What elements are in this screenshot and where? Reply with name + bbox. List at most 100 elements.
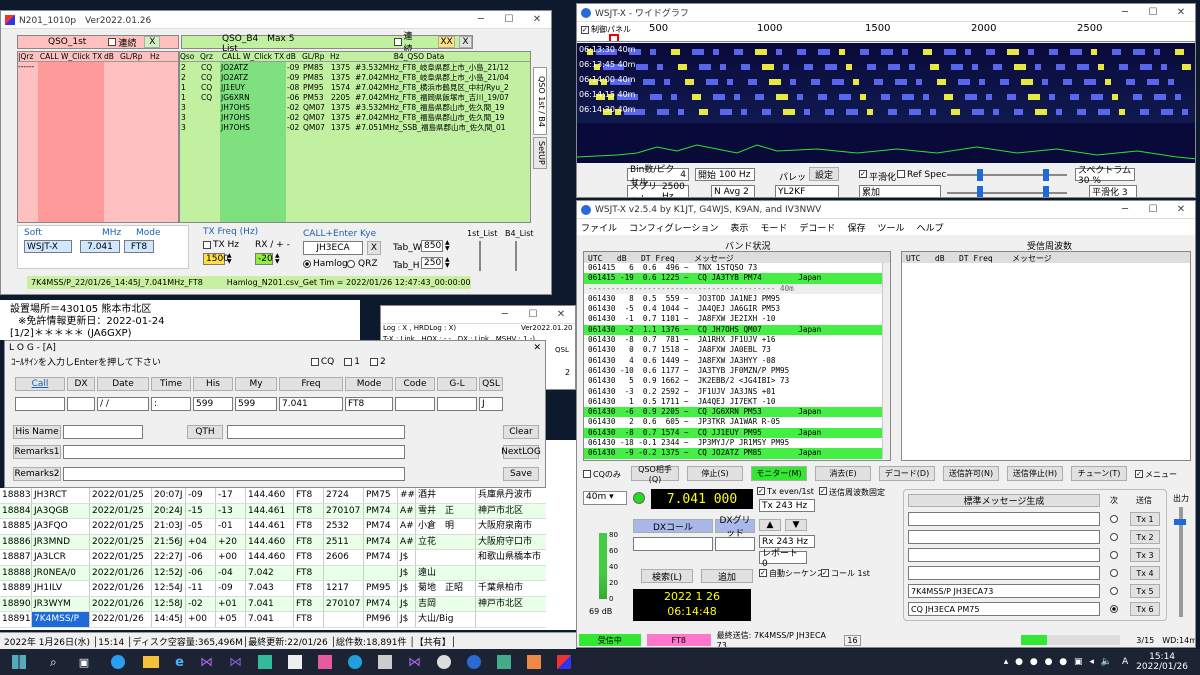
app-icon-f[interactable] bbox=[496, 655, 511, 669]
tray-clock[interactable]: 15:14 2022/01/26 bbox=[1136, 652, 1188, 672]
log-field[interactable]: 599 bbox=[193, 397, 233, 411]
decode-row[interactable]: 061430 -8 0.7 781 ~ JA1RHX JF1UJV +16 bbox=[584, 335, 890, 346]
close-icon[interactable]: ✕ bbox=[1167, 204, 1195, 215]
menu-item[interactable]: コンフィグレーション bbox=[629, 221, 718, 234]
tx-message-input[interactable] bbox=[908, 512, 1100, 526]
start-icon[interactable] bbox=[12, 655, 26, 669]
generate-std-msgs-button[interactable]: 標準メッセージ生成 bbox=[908, 494, 1100, 507]
log-field[interactable]: J bbox=[479, 397, 503, 411]
action-button[interactable]: 停止(S) bbox=[687, 466, 743, 481]
tx-button[interactable]: Tx 6 bbox=[1130, 602, 1160, 616]
auto-seq-checkbox[interactable]: ✓ bbox=[759, 569, 767, 577]
flatten-checkbox[interactable]: ✓ bbox=[859, 170, 867, 178]
tx-message-input[interactable] bbox=[908, 566, 1100, 580]
qrz-radio[interactable] bbox=[347, 260, 355, 268]
decode-row[interactable]: 061430 -2 1.1 1376 ~ CQ JH7OHS QM07 Japa… bbox=[584, 324, 890, 336]
log-field[interactable]: / / bbox=[97, 397, 149, 411]
tabw-spinner-icon[interactable]: ▲ ▼ bbox=[445, 240, 450, 252]
down-arrow-button[interactable]: ▼ bbox=[785, 519, 807, 531]
log-head-call[interactable]: Call bbox=[15, 377, 65, 391]
txfreq-input[interactable]: 1500 bbox=[203, 253, 229, 265]
scrollbar[interactable] bbox=[882, 263, 890, 459]
remarks1-button[interactable]: Remarks1 bbox=[13, 445, 61, 459]
app-icon-g[interactable] bbox=[526, 655, 541, 669]
start-spinbox[interactable]: 開始 100 Hz bbox=[695, 168, 755, 181]
hamlog-row[interactable]: 18890 JR3WYM 2022/01/26 12:58J -02 +01 7.041 FT… bbox=[0, 596, 576, 612]
tx-hz-spinbox[interactable]: Tx 243 Hz bbox=[759, 499, 815, 512]
zero-slider-thumb2[interactable] bbox=[1043, 186, 1049, 197]
vs2-icon[interactable]: ⋈ bbox=[229, 655, 242, 670]
gain-slider-thumb2[interactable] bbox=[1043, 169, 1049, 181]
close-icon[interactable]: ✕ bbox=[547, 309, 575, 320]
menu-item[interactable]: 保存 bbox=[847, 221, 865, 234]
close-icon[interactable]: ✕ bbox=[523, 14, 551, 25]
dxgrid-input[interactable] bbox=[715, 537, 755, 551]
log-field[interactable]: 7.041 bbox=[279, 397, 343, 411]
decode-row[interactable]: 061430 -5 0.4 1044 ~ JA4QEJ JA6GIR PM53 bbox=[584, 304, 890, 315]
hisname-button[interactable]: His Name bbox=[13, 425, 61, 439]
hisname-input[interactable] bbox=[63, 425, 143, 439]
call-input[interactable]: JH3ECA bbox=[303, 241, 363, 255]
side-tab-setup[interactable]: SetUP bbox=[533, 137, 547, 169]
control-panel-checkbox[interactable]: ✓ bbox=[581, 26, 589, 34]
hamlog-radio[interactable] bbox=[303, 260, 311, 268]
call-clear-button[interactable]: X bbox=[367, 241, 381, 255]
spectrum-spinbox[interactable]: スペクトラム 30 % bbox=[1075, 166, 1135, 186]
remarks2-input[interactable] bbox=[63, 467, 405, 481]
rx-spinner-icon[interactable]: ▲ ▼ bbox=[275, 253, 280, 265]
log-head-date[interactable]: Date bbox=[97, 377, 149, 391]
log-head-his[interactable]: His bbox=[193, 377, 233, 391]
tx-button[interactable]: Tx 2 bbox=[1130, 530, 1160, 544]
search-icon[interactable]: ⌕ bbox=[50, 655, 57, 670]
tabw-input[interactable]: 850 bbox=[421, 240, 443, 252]
decode-row[interactable]: 061430 -6 0.9 2205 ~ CQ JG6XRN PM53 Japa… bbox=[584, 407, 890, 418]
app-icon-d[interactable] bbox=[377, 655, 392, 669]
action-button[interactable]: 消去(E) bbox=[815, 466, 871, 481]
qso1-clear-button[interactable]: X bbox=[144, 36, 161, 48]
tabh-input[interactable]: 250 bbox=[421, 257, 443, 269]
taskview-icon[interactable]: ▣ bbox=[79, 656, 89, 669]
call-1st-checkbox[interactable]: ✓ bbox=[821, 569, 829, 577]
tx-message-input[interactable] bbox=[908, 548, 1100, 562]
b4-row[interactable]: 2 CQ JO2ATZ -09 PM85 1375 #7.042MHz_FT8_岐阜県郡上市… bbox=[180, 73, 532, 83]
decode-row[interactable]: 061430 4 0.6 1449 ~ JA8FXW JA3HYY -08 bbox=[584, 355, 890, 366]
hamlog-row[interactable]: 18885 JA3FQO 2022/01/25 21:03J -05 -01 144.461… bbox=[0, 519, 576, 535]
menus-checkbox[interactable]: ✓ bbox=[1135, 470, 1143, 478]
cq-checkbox[interactable] bbox=[310, 357, 319, 366]
refspec-checkbox[interactable] bbox=[897, 170, 905, 178]
remarks1-input[interactable] bbox=[63, 445, 405, 459]
up-arrow-button[interactable]: ▲ bbox=[759, 519, 781, 531]
action-button[interactable]: 送信停止(H) bbox=[1007, 466, 1063, 481]
power-slider-thumb[interactable] bbox=[1174, 519, 1186, 525]
close-icon[interactable]: ✕ bbox=[533, 343, 541, 353]
cq-only-checkbox[interactable] bbox=[583, 470, 591, 478]
b4-clear-button[interactable]: X bbox=[458, 36, 472, 48]
ime-indicator[interactable]: A bbox=[1122, 657, 1128, 667]
hamlog-row[interactable]: 18884 JA3QGB 2022/01/25 20:24J -15 -13 144.461… bbox=[0, 503, 576, 519]
app-icon-c[interactable] bbox=[317, 655, 332, 669]
app-icon-b[interactable] bbox=[287, 655, 302, 669]
decode-row[interactable]: 061415 -19 0.6 1225 ~ CQ JA3TYB PM74 Jap… bbox=[584, 273, 890, 284]
xx-button[interactable]: XX bbox=[438, 36, 455, 48]
log-head-dx[interactable]: DX bbox=[67, 377, 95, 391]
palette-select[interactable]: YL2KF bbox=[775, 185, 839, 197]
action-button[interactable]: デコード(D) bbox=[879, 466, 935, 481]
action-button[interactable]: チューン(T) bbox=[1071, 466, 1127, 481]
tx-even-checkbox[interactable]: ✓ bbox=[757, 487, 765, 495]
decode-row[interactable]: 061430 -9 -0.2 1375 ~ CQ JO2ATZ PM85 Jap… bbox=[584, 448, 890, 459]
smooth-spinbox[interactable]: 平滑化 3 bbox=[1089, 185, 1137, 197]
tx-message-input[interactable]: CQ JH3ECA PM75 bbox=[908, 602, 1100, 616]
decode-row[interactable]: 061430 -3 0.2 2592 ~ JF1UJV JA3JNS +01 bbox=[584, 386, 890, 397]
maximize-icon[interactable]: ☐ bbox=[495, 14, 523, 25]
decode-row[interactable]: 061430 0 0.7 1518 ~ JA8FXW JA0EBL 73 bbox=[584, 345, 890, 356]
edge-icon[interactable] bbox=[111, 655, 126, 669]
decode-row[interactable]: 061430 -18 -0.1 2344 ~ JP3MYJ/P JR1MSY P… bbox=[584, 438, 890, 449]
side-tab-qso[interactable]: QSO 1st / B4 bbox=[533, 67, 547, 135]
palette-setting-button[interactable]: 設定 bbox=[809, 167, 839, 181]
vs3-icon[interactable]: ⋈ bbox=[408, 655, 421, 670]
gain-slider-thumb[interactable] bbox=[977, 169, 983, 181]
decode-row[interactable]: 061430 2 0.6 605 ~ JP3TKR JA1WAR R-05 bbox=[584, 417, 890, 428]
lookup-button[interactable]: 検索(L) bbox=[641, 569, 693, 583]
menu-item[interactable]: モード bbox=[760, 221, 787, 234]
log-head-time[interactable]: Time bbox=[151, 377, 191, 391]
